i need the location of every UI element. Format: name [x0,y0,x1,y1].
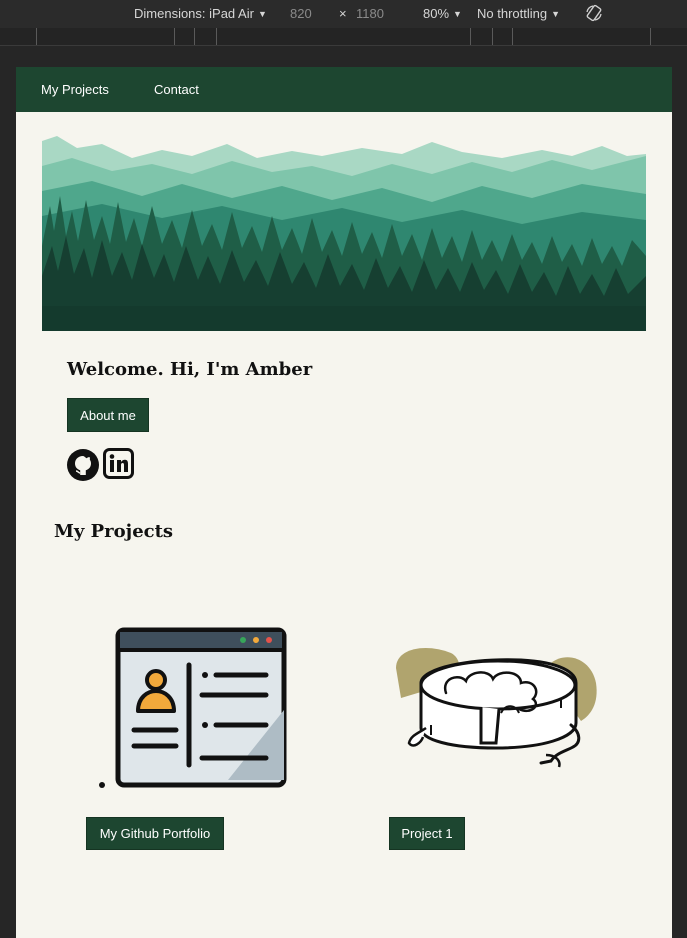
hero-image [42,136,646,331]
project-button-project-1[interactable]: Project 1 [389,817,465,850]
profile-window-illustration [99,627,287,788]
project-button-github-portfolio[interactable]: My Github Portfolio [86,817,224,850]
device-viewport: My Projects Contact Welcome. Hi, I'm Amb… [16,67,672,938]
welcome-heading: Welcome. Hi, I'm Amber [67,359,313,380]
github-icon[interactable] [67,449,99,486]
nav-link-contact[interactable]: Contact [154,82,199,97]
projects-section-title: My Projects [54,521,174,542]
height-input[interactable]: 1180 [356,6,384,21]
chevron-down-icon: ▼ [551,9,561,19]
zoom-label: 80% [423,6,450,21]
device-toolbar: Dimensions: iPad Air ▼ 820 × 1180 80% ▼ No… [0,0,687,28]
zoom-select[interactable]: 80% ▼ [423,6,462,21]
throttling-label: No throttling [477,6,548,21]
throttling-select[interactable]: No throttling ▼ [477,6,560,21]
dimensions-label: Dimensions: iPad Air [134,6,254,21]
linkedin-icon[interactable] [103,448,134,484]
top-nav: My Projects Contact [16,67,672,112]
pie-illustration [396,648,597,768]
dimensions-select[interactable]: Dimensions: iPad Air ▼ [134,6,267,21]
chevron-down-icon: ▼ [453,9,462,19]
times-separator: × [339,6,347,21]
rotate-icon[interactable] [584,3,604,26]
about-me-button[interactable]: About me [67,398,149,432]
chevron-down-icon: ▼ [257,9,267,19]
width-input[interactable]: 820 [290,6,312,21]
media-query-ruler [0,28,687,46]
nav-link-my-projects[interactable]: My Projects [41,82,109,97]
